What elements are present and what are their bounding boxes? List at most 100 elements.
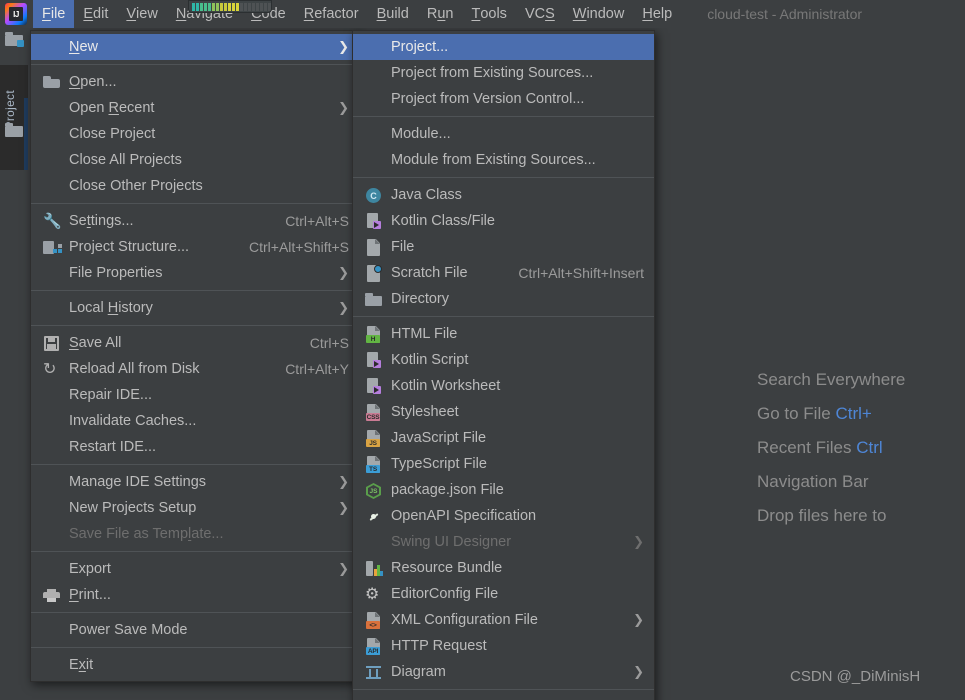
menu-item-xml-configuration-file[interactable]: <> XML Configuration File ❯ — [353, 607, 654, 633]
folder-icon[interactable] — [5, 123, 23, 138]
no-icon — [41, 150, 63, 170]
menubar-item-build[interactable]: Build — [368, 0, 418, 28]
menu-bar: IJ File Edit View Navigate Code Refactor… — [0, 0, 965, 28]
no-icon — [363, 89, 385, 109]
menu-shortcut: Ctrl+Alt+Shift+Insert — [518, 265, 644, 281]
menu-separator — [353, 116, 654, 117]
menu-item-openapi-specification[interactable]: OpenAPI Specification — [353, 503, 654, 529]
no-icon — [41, 472, 63, 492]
menu-separator — [31, 203, 359, 204]
menu-item-project[interactable]: Project... — [353, 34, 654, 60]
no-icon — [363, 124, 385, 144]
hint-label: Drop files here to — [757, 506, 886, 525]
no-icon — [41, 263, 63, 283]
menu-item-kotlin-worksheet[interactable]: Kotlin Worksheet — [353, 373, 654, 399]
menu-item-stylesheet[interactable]: CSS Stylesheet — [353, 399, 654, 425]
hint-label: Navigation Bar — [757, 472, 869, 491]
menu-item-module-from-existing-sources[interactable]: Module from Existing Sources... — [353, 147, 654, 173]
hint-go-to-file: Go to File Ctrl+ — [715, 404, 965, 424]
menu-item-new-projects-setup[interactable]: New Projects Setup ❯ — [31, 495, 359, 521]
diagram-icon — [363, 662, 385, 682]
menu-item-close-all-projects[interactable]: Close All Projects — [31, 147, 359, 173]
menu-item-editorconfig-file[interactable]: ⚙ EditorConfig File — [353, 581, 654, 607]
menu-item-local-history[interactable]: Local History ❯ — [31, 295, 359, 321]
menu-item-restart-ide[interactable]: Restart IDE... — [31, 434, 359, 460]
menubar-item-refactor[interactable]: Refactor — [295, 0, 368, 28]
menu-item-exit[interactable]: Exit — [31, 652, 359, 678]
menu-separator — [353, 689, 654, 690]
menu-separator — [31, 551, 359, 552]
menu-item-kotlin-script[interactable]: Kotlin Script — [353, 347, 654, 373]
menu-item-repair-ide[interactable]: Repair IDE... — [31, 382, 359, 408]
hint-recent-files: Recent Files Ctrl — [715, 438, 965, 458]
menu-item-file-properties[interactable]: File Properties ❯ — [31, 260, 359, 286]
menu-item-settings[interactable]: 🔧 Settings... Ctrl+Alt+S — [31, 208, 359, 234]
kotlin-class-icon — [363, 211, 385, 231]
menubar-item-view[interactable]: View — [117, 0, 166, 28]
menu-shortcut: Ctrl+Alt+S — [285, 213, 349, 229]
no-icon — [41, 655, 63, 675]
menu-item-manage-ide-settings[interactable]: Manage IDE Settings ❯ — [31, 469, 359, 495]
project-folder-icon[interactable] — [5, 32, 23, 47]
menu-item-reload-all-from-disk[interactable]: ↻ Reload All from Disk Ctrl+Alt+Y — [31, 356, 359, 382]
chevron-right-icon: ❯ — [338, 301, 349, 316]
hint-navigation-bar: Navigation Bar — [715, 472, 965, 492]
chevron-right-icon: ❯ — [338, 562, 349, 577]
typescript-file-icon: TS — [363, 454, 385, 474]
menu-item-project-from-version-control[interactable]: Project from Version Control... — [353, 86, 654, 112]
hint-shortcut: Ctrl — [856, 438, 882, 457]
menu-item-kotlin-class-file[interactable]: Kotlin Class/File — [353, 208, 654, 234]
menu-item-invalidate-caches[interactable]: Invalidate Caches... — [31, 408, 359, 434]
menu-item-http-request[interactable]: API HTTP Request — [353, 633, 654, 659]
window-title: cloud-test - Administrator — [707, 6, 862, 22]
menu-item-close-other-projects[interactable]: Close Other Projects — [31, 173, 359, 199]
file-menu-popup: New ❯ Open... Open Recent ❯ Close Projec… — [30, 30, 360, 682]
memory-progress-indicator[interactable] — [188, 0, 272, 13]
menubar-item-file[interactable]: File — [33, 0, 74, 28]
css-file-icon: CSS — [363, 402, 385, 422]
hint-label: Search Everywhere — [757, 370, 905, 389]
no-icon — [41, 385, 63, 405]
menu-item-data-source[interactable]: Data Source ❯ — [353, 694, 654, 700]
menu-item-open[interactable]: Open... — [31, 69, 359, 95]
menu-item-print[interactable]: Print... — [31, 582, 359, 608]
menubar-item-edit[interactable]: Edit — [74, 0, 117, 28]
intellij-idea-logo-icon: IJ — [5, 3, 27, 25]
hint-label: Recent Files — [757, 438, 851, 457]
menu-item-file[interactable]: File — [353, 234, 654, 260]
menu-separator — [31, 64, 359, 65]
menu-item-javascript-file[interactable]: JS JavaScript File — [353, 425, 654, 451]
menu-item-java-class[interactable]: C Java Class — [353, 182, 654, 208]
menu-item-close-project[interactable]: Close Project — [31, 121, 359, 147]
new-submenu-popup: Project... Project from Existing Sources… — [352, 30, 655, 700]
menu-item-html-file[interactable]: H HTML File — [353, 321, 654, 347]
menubar-item-tools[interactable]: Tools — [462, 0, 515, 28]
menu-item-open-recent[interactable]: Open Recent ❯ — [31, 95, 359, 121]
no-icon — [41, 498, 63, 518]
menu-item-package-json-file[interactable]: JS package.json File — [353, 477, 654, 503]
menu-item-export[interactable]: Export ❯ — [31, 556, 359, 582]
menu-item-module[interactable]: Module... — [353, 121, 654, 147]
menu-item-scratch-file[interactable]: Scratch File Ctrl+Alt+Shift+Insert — [353, 260, 654, 286]
menubar-item-vcs[interactable]: VCS — [516, 0, 564, 28]
menu-item-diagram[interactable]: Diagram ❯ — [353, 659, 654, 685]
menu-separator — [31, 612, 359, 613]
menu-item-power-save-mode[interactable]: Power Save Mode — [31, 617, 359, 643]
menu-separator — [31, 464, 359, 465]
menu-shortcut: Ctrl+Alt+Shift+S — [249, 239, 349, 255]
menu-item-save-all[interactable]: Save All Ctrl+S — [31, 330, 359, 356]
menu-item-new[interactable]: New ❯ — [31, 34, 359, 60]
menu-item-directory[interactable]: Directory — [353, 286, 654, 312]
no-icon — [41, 176, 63, 196]
menu-separator — [31, 325, 359, 326]
menu-item-project-structure[interactable]: Project Structure... Ctrl+Alt+Shift+S — [31, 234, 359, 260]
menu-item-typescript-file[interactable]: TS TypeScript File — [353, 451, 654, 477]
menubar-item-run[interactable]: Run — [418, 0, 463, 28]
menu-separator — [31, 290, 359, 291]
menu-item-resource-bundle[interactable]: Resource Bundle — [353, 555, 654, 581]
menubar-item-window[interactable]: Window — [564, 0, 634, 28]
menubar-item-help[interactable]: Help — [633, 0, 681, 28]
watermark-text: CSDN @_DiMinisH — [790, 668, 920, 685]
intellij-idea-window: Search Everywhere Go to File Ctrl+ Recen… — [0, 0, 965, 700]
menu-item-project-from-existing-sources[interactable]: Project from Existing Sources... — [353, 60, 654, 86]
